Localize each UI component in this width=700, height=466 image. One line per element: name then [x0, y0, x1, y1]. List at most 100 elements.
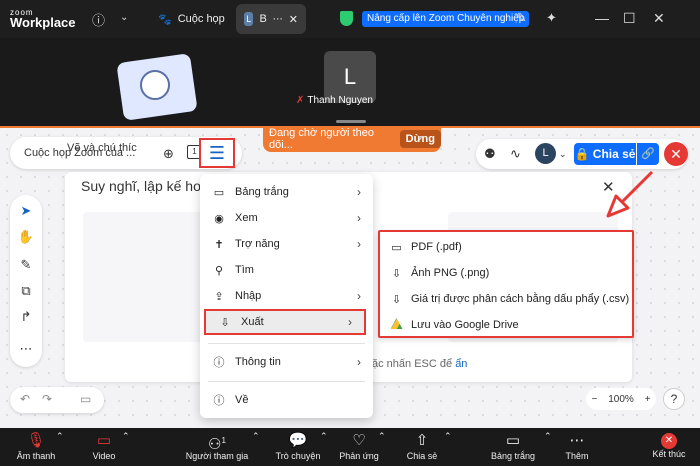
upgrade-button[interactable]: Nâng cấp lên Zoom Chuyên nghiệp — [362, 11, 530, 27]
tab-whiteboard[interactable]: L B ⋯ ✕ — [236, 4, 306, 34]
stop-button[interactable]: Dừng — [399, 130, 441, 148]
hamburger-menu-button[interactable]: ☰ — [199, 138, 235, 168]
share-screen-button[interactable]: ⇧ Chia sẻ — [402, 431, 442, 461]
chevron-up-icon[interactable]: ⌃ — [252, 431, 260, 442]
menu-item-label: Xuất — [241, 316, 264, 328]
end-label: Kết thúc — [652, 449, 686, 459]
participants-icon: ⚇1 — [208, 436, 226, 453]
chevron-up-icon[interactable]: ⌃ — [320, 431, 328, 442]
reactions-button[interactable]: ♡ Phản ứng — [338, 431, 380, 461]
export-pdf[interactable]: ▭ PDF (.pdf) — [380, 234, 630, 260]
hand-tool-icon[interactable]: ✋ — [10, 229, 42, 245]
more-icon: ⋯ — [569, 432, 585, 449]
menu-item-import[interactable]: ⇪ Nhập › — [200, 283, 373, 309]
participants-button[interactable]: ⚇1 Người tham gia — [184, 431, 250, 461]
close-tab-icon[interactable]: ✕ — [289, 13, 298, 26]
undo-icon[interactable]: ↶ — [20, 392, 30, 406]
export-google-drive[interactable]: Lưu vào Google Drive — [380, 312, 630, 338]
chat-button[interactable]: 💬 Trò chuyện — [274, 431, 322, 461]
redo-icon[interactable]: ↷ — [42, 392, 52, 406]
video-off-icon: ▭ — [96, 432, 112, 449]
close-whiteboard-icon[interactable]: ✕ — [664, 142, 688, 166]
participants-label: Người tham gia — [185, 451, 249, 461]
menu-item-label: Xem — [235, 212, 258, 224]
menu-item-accessibility[interactable]: ✝ Trợ năng › — [200, 231, 373, 257]
chevron-down-icon[interactable]: ⌄ — [559, 149, 567, 160]
zoom-out-icon[interactable]: − — [591, 394, 597, 405]
zoom-logo: zoom Workplace — [10, 8, 76, 30]
hide-link[interactable]: ẩn — [455, 358, 467, 370]
chevron-up-icon[interactable]: ⌃ — [444, 431, 452, 442]
info-icon[interactable]: ⓘ — [92, 10, 105, 29]
search-icon: ⚲ — [214, 264, 224, 277]
close-icon[interactable]: ✕ — [653, 10, 665, 27]
share-button[interactable]: 🔒 Chia sẻ — [574, 143, 636, 165]
menu-item-whiteboard[interactable]: ▭ Bảng trắng › — [200, 179, 373, 205]
pen-tool-icon[interactable]: ✎ — [10, 257, 42, 273]
sparkle-icon[interactable]: ✦ — [546, 10, 557, 26]
menu-item-about[interactable]: ⓘ Về — [200, 387, 373, 413]
collaborator-icon[interactable]: ⚉ — [484, 146, 496, 162]
chevron-up-icon[interactable]: ⌃ — [544, 431, 552, 442]
meeting-controls: 🎙 Âm thanh ⌃ ▭ Video ⌃ ⚇1 Người tham gia… — [0, 428, 700, 466]
chevron-down-icon[interactable]: ⌄ — [120, 12, 128, 23]
zoom-level: 100% — [608, 393, 634, 405]
more-button[interactable]: ⋯ Thêm — [562, 431, 592, 461]
export-option-label: Ảnh PNG (.png) — [411, 267, 490, 279]
export-png[interactable]: ⇩ Ảnh PNG (.png) — [380, 260, 630, 286]
end-icon: ✕ — [661, 433, 677, 449]
google-drive-icon — [390, 318, 403, 332]
menu-item-label: Tìm — [235, 264, 254, 276]
end-meeting-button[interactable]: ✕ Kết thúc — [648, 431, 690, 459]
participant-name-tag: ✗ Thanh Nguyen — [296, 95, 373, 106]
eye-icon: ◉ — [214, 212, 224, 225]
logo-text-big: Workplace — [10, 15, 76, 30]
menu-item-label: Thông tin — [235, 356, 281, 368]
maximize-icon[interactable]: ☐ — [623, 10, 636, 27]
meeting-video-area: L ✗ Thanh Nguyen — [0, 38, 700, 126]
main-menu-dropdown: ▭ Bảng trắng › ◉ Xem › ✝ Trợ năng › ⚲ Tì… — [200, 174, 373, 418]
help-icon[interactable]: ? — [663, 388, 685, 410]
mic-muted-icon: ✗ — [296, 95, 305, 106]
menu-item-find[interactable]: ⚲ Tìm — [200, 257, 373, 283]
menu-item-info[interactable]: ⓘ Thông tin › — [200, 349, 373, 375]
tab-meeting[interactable]: 🐾 Cuộc họp — [150, 4, 233, 34]
select-tool-icon[interactable]: ➤ — [10, 203, 42, 219]
minimize-icon[interactable]: — — [595, 10, 609, 26]
globe-icon[interactable]: ⊕ — [163, 146, 174, 162]
connector-tool-icon[interactable]: ↱ — [10, 309, 42, 325]
export-option-label: Lưu vào Google Drive — [411, 319, 519, 331]
chevron-right-icon: › — [357, 355, 361, 369]
shield-icon[interactable] — [340, 11, 353, 26]
whiteboard-icon: ▭ — [505, 432, 521, 449]
comment-icon[interactable]: ▭ — [80, 392, 91, 406]
more-tools-icon[interactable]: ⋯ — [10, 341, 42, 357]
whiteboard-button[interactable]: ▭ Bảng trắng — [490, 431, 536, 461]
export-csv[interactable]: ⇩ Giá trị được phân cách bằng dấu phẩy (… — [380, 286, 630, 312]
menu-item-export[interactable]: ⇩ Xuất › — [204, 309, 366, 335]
template-card[interactable] — [83, 212, 213, 342]
video-button[interactable]: ▭ Video — [84, 431, 124, 461]
more-icon[interactable]: ⋯ — [273, 14, 283, 25]
copy-link-icon[interactable]: 🔗 — [637, 143, 659, 165]
resize-handle[interactable] — [336, 120, 366, 123]
chevron-up-icon[interactable]: ⌃ — [122, 431, 130, 442]
annotate-icon[interactable]: ✎ — [516, 10, 527, 26]
menu-item-view[interactable]: ◉ Xem › — [200, 205, 373, 231]
audio-button[interactable]: 🎙 Âm thanh — [14, 431, 58, 461]
template-card-label: Vẽ và chú thíc — [67, 142, 137, 154]
tab-whiteboard-label: B — [259, 13, 267, 25]
chevron-up-icon[interactable]: ⌃ — [378, 431, 386, 442]
zoom-in-icon[interactable]: + — [645, 394, 651, 405]
menu-divider — [208, 343, 365, 344]
export-option-label: PDF (.pdf) — [411, 241, 462, 253]
left-toolbar: ➤ ✋ ✎ ⧉ ↱ ⋯ — [10, 195, 42, 367]
title-bar: zoom Workplace ⓘ ⌄ 🐾 Cuộc họp L B ⋯ ✕ Nâ… — [0, 0, 700, 38]
shape-tool-icon[interactable]: ⧉ — [10, 283, 42, 299]
zoom-control: − 100% + — [586, 388, 656, 410]
share-label: Chia sẻ — [592, 147, 636, 161]
user-avatar[interactable]: L — [535, 143, 556, 164]
chevron-up-icon[interactable]: ⌃ — [56, 431, 64, 442]
pdf-export-icon: ▭ — [391, 241, 402, 254]
laser-icon[interactable]: ∿ — [510, 146, 521, 162]
